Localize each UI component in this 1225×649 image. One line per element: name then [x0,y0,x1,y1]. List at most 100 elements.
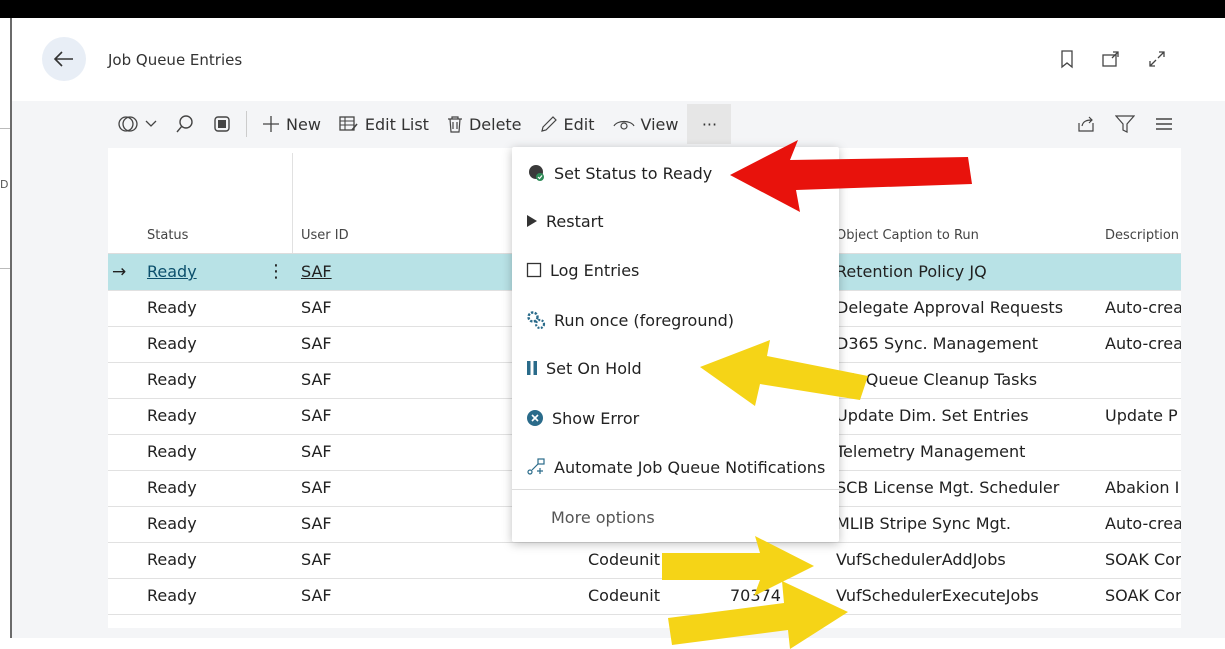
toolbar-right [1069,104,1181,144]
status-cell: Ready [147,478,197,497]
edit-list-label: Edit List [364,114,429,134]
description-cell: Abakion I [1105,478,1180,497]
user-id-cell: SAF [301,586,332,605]
open-new-window-button[interactable] [1099,47,1123,71]
status-cell[interactable]: Ready [147,254,197,290]
object-caption-cell: Update Dim. Set Entries [836,406,1029,425]
edit-button[interactable]: Edit [531,104,604,144]
filter-icon [1115,115,1135,133]
view-button[interactable]: View [604,104,688,144]
share-button[interactable] [1069,104,1103,144]
menu-item-set-on-hold[interactable]: Set On Hold [512,346,839,390]
more-actions-button[interactable]: ··· [687,104,732,144]
play-icon [527,215,537,227]
menu-label: Restart [546,211,604,231]
menu-item-log-entries[interactable]: Log Entries [512,248,839,292]
search-button[interactable] [166,104,204,144]
filter-button[interactable] [1107,104,1143,144]
object-caption-cell: MLIB Stripe Sync Mgt. [836,514,1012,533]
list-view-button[interactable] [1147,104,1181,144]
description-cell [1105,362,1181,398]
new-label: New [286,114,321,134]
object-caption-cell: D365 Sync. Management [836,334,1039,353]
menu-label: More options [551,507,655,527]
more-actions-menu: Set Status to Ready Restart Log Entries … [512,147,839,542]
scope-selector-button[interactable] [108,104,166,144]
column-header-status[interactable]: Status [147,228,188,243]
object-caption-cell: VufSchedulerExecuteJobs [836,586,1039,605]
checkbox-icon [526,262,542,278]
more-actions-label: ··· [701,114,718,134]
left-divider [0,268,10,269]
table-row[interactable]: Ready SAF Codeunit 70373 VufSchedulerAdd… [108,542,1181,579]
user-id-cell: SAF [301,514,332,533]
description-cell: SOAK Cor [1105,586,1181,605]
share-icon [1078,116,1094,132]
status-cell: Ready [147,370,197,389]
toolbar-separator [246,111,247,137]
menu-item-automate-notifications[interactable]: Automate Job Queue Notifications [512,445,839,489]
column-header-object-caption[interactable]: Object Caption to Run [836,228,1082,243]
edit-list-button[interactable]: Edit List [330,104,438,144]
object-type-cell: Codeunit [588,586,660,605]
object-caption-cell: Telemetry Management [836,442,1026,461]
object-caption-cell: SCB License Mgt. Scheduler [836,478,1060,497]
object-caption-cell: Job Queue Cleanup Tasks [836,370,1038,389]
object-caption-cell: Retention Policy JQ [836,262,987,281]
status-cell: Ready [147,406,197,425]
menu-label: Set On Hold [546,358,642,378]
description-cell: Update P [1105,406,1178,425]
user-id-cell: SAF [301,442,332,461]
menu-label: Automate Job Queue Notifications [554,457,826,477]
expand-icon [1149,51,1165,67]
bookmark-icon [1061,50,1073,69]
row-actions-button[interactable]: ⋮ [267,254,285,290]
delete-label: Delete [468,114,522,134]
pencil-icon [540,116,557,132]
description-cell: Auto-creat [1105,514,1181,533]
list-icon [1156,118,1172,130]
back-button[interactable] [42,37,86,81]
object-id-cell: 70373 [730,550,781,569]
table-row[interactable]: Ready SAF Codeunit 70374 VufSchedulerExe… [108,578,1181,615]
menu-label: Log Entries [550,260,640,280]
column-header-user-id[interactable]: User ID [301,228,349,243]
analysis-icon [214,116,230,132]
menu-label: Set Status to Ready [554,163,713,183]
menu-item-set-status-ready[interactable]: Set Status to Ready [512,151,839,195]
eye-icon [612,120,635,130]
menu-item-show-error[interactable]: Show Error [512,396,839,440]
user-id-cell: SAF [301,478,332,497]
user-id-cell: SAF [301,298,332,317]
scope-icon [118,116,138,132]
expand-button[interactable] [1145,47,1169,71]
delete-button[interactable]: Delete [438,104,531,144]
menu-item-more-options[interactable]: More options [512,495,839,539]
status-cell: Ready [147,550,197,569]
menu-label: Run once (foreground) [554,310,735,330]
description-cell: Auto-creat [1105,334,1181,353]
search-icon [176,115,193,133]
row-indicator-arrow-icon: → [112,262,127,282]
arrow-left-icon [53,51,73,67]
description-cell [1105,254,1181,290]
status-cell: Ready [147,298,197,317]
new-button[interactable]: New [253,104,330,144]
screen-top-border [0,0,1225,18]
action-bar: New Edit List Delete Edit View ··· [108,104,1181,144]
object-type-cell: Codeunit [588,550,660,569]
menu-item-run-once[interactable]: Run once (foreground) [512,298,839,342]
analysis-mode-button[interactable] [204,104,240,144]
open-new-window-icon [1102,51,1119,67]
user-id-cell[interactable]: SAF [301,254,332,290]
bookmark-button[interactable] [1055,47,1079,71]
description-cell [1105,434,1181,470]
menu-item-restart[interactable]: Restart [512,199,839,243]
edit-label: Edit [563,114,595,134]
left-stub-text: D [0,178,9,191]
plus-icon [263,116,279,132]
menu-label: Show Error [552,408,640,428]
status-cell: Ready [147,514,197,533]
user-id-cell: SAF [301,370,332,389]
column-header-description[interactable]: Description [1105,228,1181,243]
